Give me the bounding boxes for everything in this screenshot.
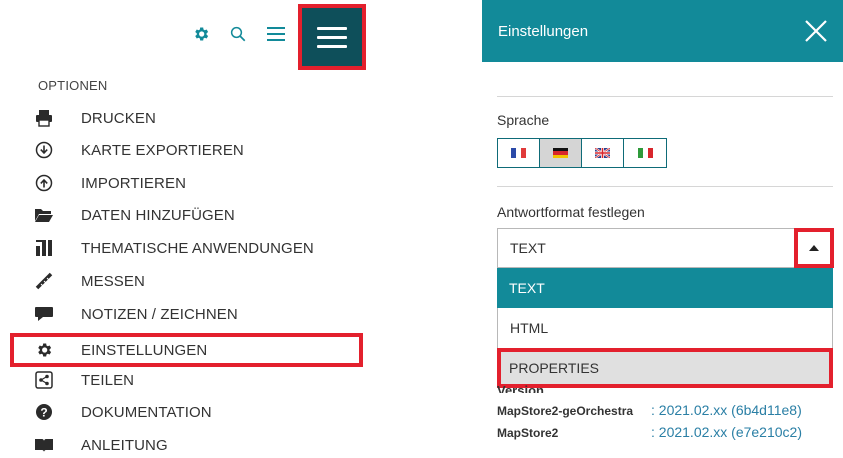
list-icon[interactable] [265, 23, 287, 45]
menu-item-thematic-apps[interactable]: THEMATISCHE ANWENDUNGEN [33, 235, 363, 261]
menu-item-measure[interactable]: MESSEN [33, 268, 363, 294]
version-row: MapStore2 : 2021.02.xx (e7e210c2) [497, 424, 802, 440]
search-icon[interactable] [227, 23, 249, 45]
version-value[interactable]: : 2021.02.xx (e7e210c2) [651, 424, 802, 440]
gear-icon [33, 339, 55, 361]
settings-title: Einstellungen [498, 22, 589, 40]
menu-item-print[interactable]: DRUCKEN [33, 105, 363, 131]
version-row: MapStore2-geOrchestra : 2021.02.xx (6b4d1… [497, 402, 802, 418]
language-it-button[interactable] [624, 139, 666, 167]
format-select-value: TEXT [510, 240, 546, 256]
ruler-icon [33, 270, 55, 292]
format-option-text[interactable]: TEXT [497, 268, 833, 308]
options-header: OPTIONEN [38, 78, 108, 93]
import-icon [33, 172, 55, 194]
language-fr-button[interactable] [498, 139, 540, 167]
menu-item-notes-draw[interactable]: NOTIZEN / ZEICHNEN [33, 301, 363, 327]
format-dropdown-list: TEXT HTML PROPERTIES [497, 268, 833, 388]
version-name: MapStore2-geOrchestra [497, 404, 634, 418]
language-label: Sprache [497, 112, 550, 128]
hamburger-menu-button[interactable] [298, 4, 366, 70]
menu-item-share[interactable]: TEILEN [33, 367, 363, 393]
share-icon [33, 369, 55, 391]
menu-item-import[interactable]: IMPORTIEREN [33, 170, 363, 196]
close-icon[interactable] [799, 14, 833, 48]
flag-fr-icon [511, 148, 526, 158]
flag-de-icon [553, 148, 568, 158]
format-label: Antwortformat festlegen [497, 204, 645, 220]
menu-item-add-data[interactable]: DATEN HINZUFÜGEN [33, 202, 363, 228]
menu-item-export-map[interactable]: KARTE EXPORTIEREN [33, 137, 363, 163]
folder-icon [33, 204, 55, 226]
version-name: MapStore2 [497, 426, 559, 440]
menu-item-documentation[interactable]: ? DOKUMENTATION [33, 399, 363, 425]
print-icon [33, 107, 55, 129]
flag-uk-icon [595, 148, 610, 158]
menu-item-tutorial[interactable]: ANLEITUNG [33, 432, 363, 458]
caret-up-icon[interactable] [794, 228, 834, 268]
thematic-icon [33, 237, 55, 259]
format-option-properties[interactable]: PROPERTIES [497, 348, 833, 388]
settings-header: Einstellungen [482, 0, 843, 62]
language-selector [497, 138, 667, 168]
svg-text:?: ? [40, 405, 47, 419]
divider [497, 96, 833, 97]
gear-icon[interactable] [190, 23, 212, 45]
flag-it-icon [637, 148, 653, 158]
language-en-button[interactable] [582, 139, 624, 167]
menu-item-settings[interactable]: EINSTELLUNGEN [33, 337, 363, 363]
format-select[interactable]: TEXT [497, 228, 834, 268]
comment-icon [33, 303, 55, 325]
divider [497, 186, 833, 187]
book-icon [33, 434, 55, 456]
version-label: Version [497, 383, 544, 393]
version-value[interactable]: : 2021.02.xx (6b4d11e8) [651, 402, 802, 418]
export-icon [33, 139, 55, 161]
question-icon: ? [33, 401, 55, 423]
format-option-html[interactable]: HTML [497, 308, 833, 348]
language-de-button[interactable] [540, 139, 582, 167]
